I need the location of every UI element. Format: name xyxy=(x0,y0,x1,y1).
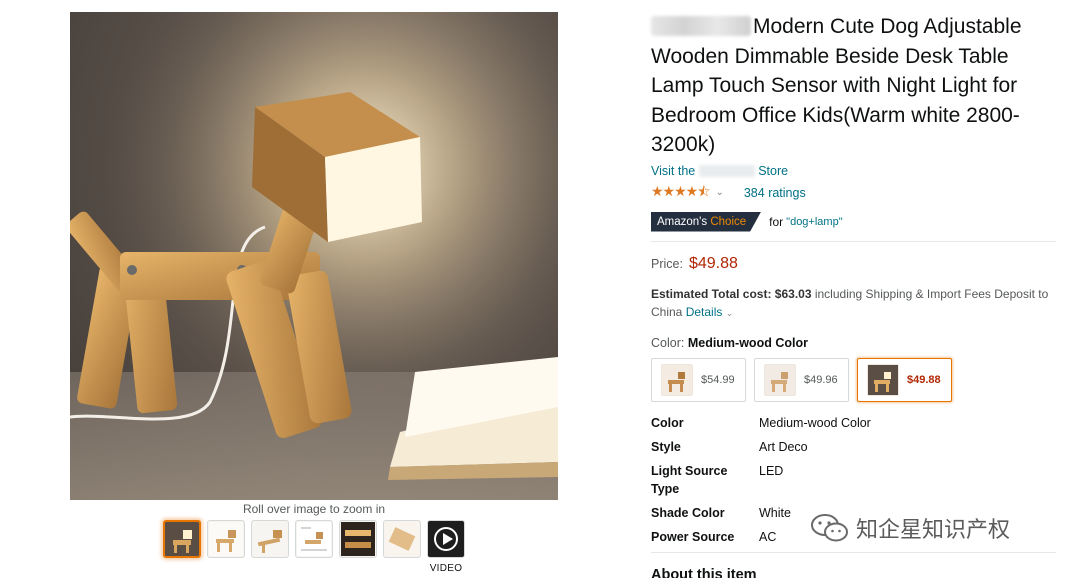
swatch-image xyxy=(661,363,693,396)
swatch-price: $49.88 xyxy=(907,373,941,386)
thumbnail-strip xyxy=(163,520,465,558)
ratings-count-link[interactable]: 384 ratings xyxy=(744,186,806,200)
spec-value: Art Deco xyxy=(759,439,808,454)
thumb-dog-lamp-white-1[interactable] xyxy=(207,520,245,558)
spec-row: Color Medium-wood Color xyxy=(651,414,1056,432)
amazons-choice-badge[interactable]: Amazon's Choice xyxy=(651,211,762,232)
choice-word: Choice xyxy=(710,215,747,228)
about-this-item-heading: About this item xyxy=(651,566,757,578)
spec-key: Style xyxy=(651,439,681,454)
divider xyxy=(651,240,1056,242)
wechat-watermark: 知企星知识产权 xyxy=(810,512,1010,544)
thumb-image xyxy=(253,522,287,556)
price-row: Price: $49.88 xyxy=(651,255,1061,273)
spec-key: Power Source xyxy=(651,529,735,544)
product-info-panel: Modern Cute Dog Adjustable Wooden Dimmab… xyxy=(651,12,1061,578)
spec-value: AC xyxy=(759,529,777,544)
thumb-dog-lamp-front[interactable] xyxy=(163,520,201,558)
thumb-image xyxy=(165,522,199,556)
spec-row: Light Source Type LED xyxy=(651,462,1056,498)
video-label: VIDEO xyxy=(429,563,463,574)
product-title: Modern Cute Dog Adjustable Wooden Dimmab… xyxy=(651,12,1061,160)
thumb-video[interactable] xyxy=(427,520,465,558)
price-label: Price: xyxy=(651,256,683,271)
spec-key: Color xyxy=(651,415,684,430)
spec-value: Medium-wood Color xyxy=(759,415,871,430)
swatch-price: $54.99 xyxy=(701,373,735,386)
thumb-dog-lamp-diagram[interactable] xyxy=(295,520,333,558)
swatch-option-3-selected[interactable]: $49.88 xyxy=(857,357,952,402)
spec-key: Light Source Type xyxy=(651,463,728,496)
wechat-icon xyxy=(811,514,848,542)
thumb-image xyxy=(209,522,243,556)
estimated-total: Estimated Total cost: $63.03 including S… xyxy=(651,285,1061,322)
spec-value: White xyxy=(759,505,791,520)
choice-prefix: Amazon's xyxy=(657,215,708,228)
spec-value: LED xyxy=(759,463,784,478)
color-swatches: $54.99 $49.96 $49.88 xyxy=(651,357,1061,402)
color-label: Color: xyxy=(651,335,688,350)
swatch-image xyxy=(867,363,899,396)
thumb-dog-lamp-dark[interactable] xyxy=(339,520,377,558)
dog-lamp-illustration xyxy=(70,12,558,500)
zoom-hint: Roll over image to zoom in xyxy=(242,502,386,516)
spec-key: Shade Color xyxy=(651,505,725,520)
store-prefix: Visit the xyxy=(651,163,696,178)
store-name-blurred xyxy=(698,164,755,177)
estimated-total-label: Estimated Total cost: $63.03 xyxy=(651,286,812,301)
swatch-price: $49.96 xyxy=(804,373,838,386)
star-rating-icon[interactable]: ★★★★⯪ xyxy=(651,181,710,205)
choice-keyword-link[interactable]: "dog+lamp" xyxy=(786,216,842,228)
spec-row: Style Art Deco xyxy=(651,438,1056,456)
color-value: Medium-wood Color xyxy=(687,335,808,350)
swatch-option-1[interactable]: $54.99 xyxy=(651,357,746,402)
thumb-image xyxy=(385,522,419,556)
store-suffix: Store xyxy=(758,163,789,178)
store-link[interactable]: Visit the Store xyxy=(651,164,1061,178)
product-title-text: Modern Cute Dog Adjustable Wooden Dimmab… xyxy=(651,15,1022,156)
swatch-image xyxy=(764,363,796,396)
thumb-image xyxy=(297,522,331,556)
details-link[interactable]: Details ⌄ xyxy=(686,305,734,319)
details-label: Details xyxy=(685,304,723,319)
main-product-image[interactable] xyxy=(70,12,558,500)
color-selection-label: Color: Medium-wood Color xyxy=(651,336,1061,350)
play-icon xyxy=(434,527,458,551)
amazons-choice-row: Amazon's Choice for "dog+lamp" xyxy=(651,211,1061,232)
swatch-option-2[interactable]: $49.96 xyxy=(754,357,849,402)
price-value: $49.88 xyxy=(688,254,738,272)
watermark-text: 知企星知识产权 xyxy=(856,518,1011,543)
chevron-down-icon[interactable]: ⌄ xyxy=(715,187,723,198)
brand-name-blurred xyxy=(651,16,751,36)
chevron-down-icon: ⌄ xyxy=(725,307,734,318)
for-text: for xyxy=(769,214,784,229)
rating-row: ★★★★⯪ ⌄ 384 ratings xyxy=(651,181,1061,205)
thumb-dog-lamp-pose[interactable] xyxy=(251,520,289,558)
thumb-dog-lamp-white-2[interactable] xyxy=(383,520,421,558)
thumb-image xyxy=(341,522,375,556)
divider xyxy=(651,551,1056,553)
